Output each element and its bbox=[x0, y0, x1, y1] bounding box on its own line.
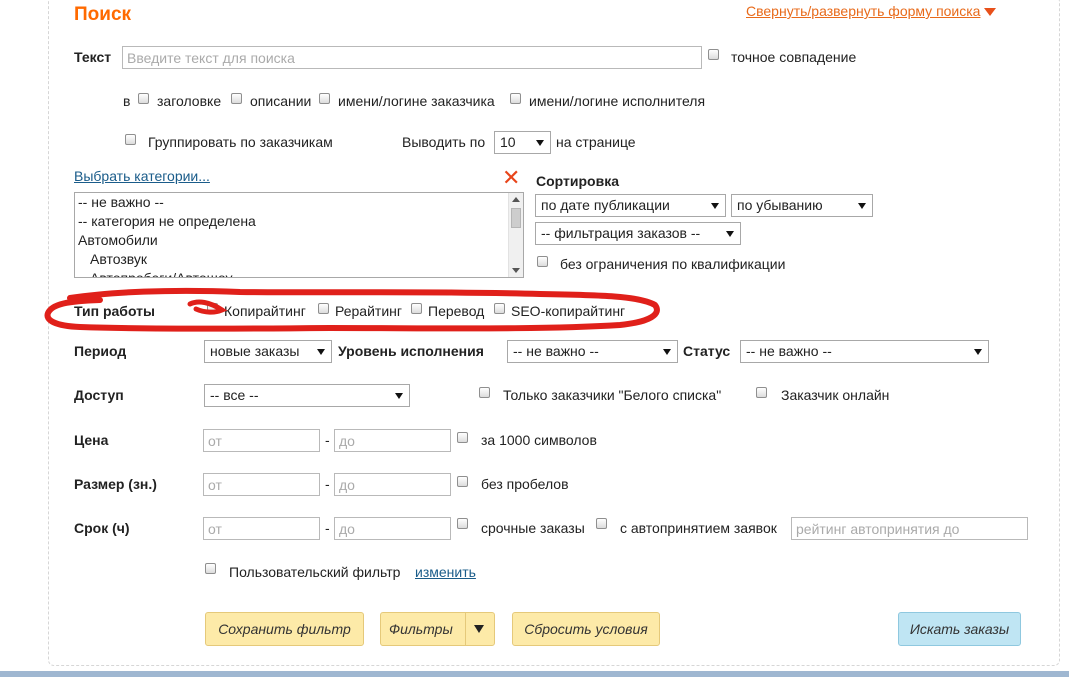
user-filter-label: Пользовательский фильтр bbox=[229, 564, 401, 580]
sort-order-select[interactable]: по убыванию bbox=[731, 194, 873, 217]
in-description-label: описании bbox=[250, 93, 312, 109]
scroll-up-icon[interactable] bbox=[512, 197, 520, 202]
exact-match-label: точное совпадение bbox=[731, 49, 857, 65]
price-label: Цена bbox=[74, 432, 109, 448]
search-text-input[interactable] bbox=[122, 46, 702, 69]
in-description-checkbox[interactable] bbox=[231, 93, 242, 104]
deadline-from-input[interactable] bbox=[203, 517, 320, 540]
in-customer-checkbox[interactable] bbox=[319, 93, 330, 104]
page-title: Поиск bbox=[74, 4, 132, 25]
deadline-label: Срок (ч) bbox=[74, 520, 130, 536]
user-filter-checkbox[interactable] bbox=[205, 563, 216, 574]
no-spaces-label: без пробелов bbox=[481, 476, 569, 492]
size-to-input[interactable] bbox=[334, 473, 451, 496]
range-dash: - bbox=[325, 476, 330, 492]
rewriting-label: Рерайтинг bbox=[335, 303, 402, 319]
sort-by-select[interactable]: по дате публикации bbox=[535, 194, 726, 217]
select-categories-link[interactable]: Выбрать категории... bbox=[74, 168, 210, 184]
no-qualification-checkbox[interactable] bbox=[537, 256, 548, 267]
in-title-label: заголовке bbox=[157, 93, 222, 109]
categories-scrollbar[interactable] bbox=[508, 193, 523, 277]
search-orders-button[interactable]: Искать заказы bbox=[898, 612, 1021, 646]
price-from-input[interactable] bbox=[203, 429, 320, 452]
no-spaces-checkbox[interactable] bbox=[457, 476, 468, 487]
scroll-down-icon[interactable] bbox=[512, 268, 520, 273]
no-qualification-label: без ограничения по квалификации bbox=[560, 256, 786, 272]
group-by-customer-checkbox[interactable] bbox=[125, 134, 136, 145]
exact-match-checkbox[interactable] bbox=[708, 49, 719, 60]
split-divider bbox=[465, 613, 466, 645]
deadline-to-input[interactable] bbox=[334, 517, 451, 540]
reset-button[interactable]: Сбросить условия bbox=[512, 612, 660, 646]
change-filter-link[interactable]: изменить bbox=[415, 564, 476, 580]
price-to-input[interactable] bbox=[334, 429, 451, 452]
access-label: Доступ bbox=[74, 387, 124, 403]
period-label: Период bbox=[74, 343, 127, 359]
auto-accept-checkbox[interactable] bbox=[596, 518, 607, 529]
copywriting-checkbox[interactable] bbox=[207, 303, 218, 314]
copywriting-label: Копирайтинг bbox=[224, 303, 306, 319]
range-dash: - bbox=[325, 432, 330, 448]
text-label: Текст bbox=[74, 49, 112, 65]
order-filter-select[interactable]: -- фильтрация заказов -- bbox=[535, 222, 741, 245]
filters-button[interactable]: Фильтры bbox=[380, 612, 495, 646]
auto-accept-label: с автопринятием заявок bbox=[620, 520, 777, 536]
toggle-form-label[interactable]: Свернуть/развернуть форму поиска bbox=[746, 3, 980, 19]
group-by-customer-label: Группировать по заказчикам bbox=[148, 134, 333, 150]
status-label: Статус bbox=[683, 343, 731, 359]
seo-copywriting-checkbox[interactable] bbox=[494, 303, 505, 314]
sorting-label: Сортировка bbox=[536, 173, 619, 189]
scroll-thumb[interactable] bbox=[511, 208, 521, 228]
urgent-label: срочные заказы bbox=[481, 520, 585, 536]
seo-copywriting-label: SEO-копирайтинг bbox=[511, 303, 626, 319]
urgent-checkbox[interactable] bbox=[457, 518, 468, 529]
customer-online-checkbox[interactable] bbox=[756, 387, 767, 398]
triangle-down-icon bbox=[984, 8, 997, 17]
access-select[interactable]: -- все -- bbox=[204, 384, 410, 407]
in-customer-label: имени/логине заказчика bbox=[338, 93, 495, 109]
customer-online-label: Заказчик онлайн bbox=[781, 387, 890, 403]
toggle-form-link[interactable]: Свернуть/развернуть форму поиска bbox=[746, 3, 997, 19]
in-executor-checkbox[interactable] bbox=[510, 93, 521, 104]
level-label: Уровень исполнения bbox=[338, 343, 484, 359]
window-bottom-edge bbox=[0, 671, 1069, 677]
per-1000-label: за 1000 символов bbox=[481, 432, 597, 448]
category-option[interactable]: Автомобили bbox=[78, 232, 158, 248]
category-option[interactable]: Автозвук bbox=[90, 251, 147, 267]
whitelist-label: Только заказчики "Белого списка" bbox=[503, 387, 722, 403]
whitelist-checkbox[interactable] bbox=[479, 387, 490, 398]
rewriting-checkbox[interactable] bbox=[318, 303, 329, 314]
level-select[interactable]: -- не важно -- bbox=[507, 340, 678, 363]
search-in-prefix: в bbox=[123, 93, 131, 109]
in-title-checkbox[interactable] bbox=[138, 93, 149, 104]
auto-accept-rating-input[interactable] bbox=[791, 517, 1028, 540]
category-option[interactable]: Автопробеги/Автошоу bbox=[90, 270, 233, 277]
per-1000-checkbox[interactable] bbox=[457, 432, 468, 443]
per-page-label: Выводить по bbox=[402, 134, 486, 150]
filters-button-label: Фильтры bbox=[389, 621, 453, 637]
translation-label: Перевод bbox=[428, 303, 485, 319]
close-icon[interactable]: ✕ bbox=[502, 167, 520, 189]
per-page-suffix: на странице bbox=[556, 134, 636, 150]
size-label: Размер (зн.) bbox=[74, 476, 157, 492]
work-type-label: Тип работы bbox=[74, 303, 155, 319]
category-option[interactable]: -- категория не определена bbox=[78, 213, 256, 229]
size-from-input[interactable] bbox=[203, 473, 320, 496]
period-select[interactable]: новые заказы bbox=[204, 340, 332, 363]
in-executor-label: имени/логине исполнителя bbox=[529, 93, 706, 109]
caret-down-icon[interactable] bbox=[474, 625, 484, 633]
translation-checkbox[interactable] bbox=[411, 303, 422, 314]
save-filter-button[interactable]: Сохранить фильтр bbox=[205, 612, 364, 646]
status-select[interactable]: -- не важно -- bbox=[740, 340, 989, 363]
category-option[interactable]: -- не важно -- bbox=[78, 194, 164, 210]
range-dash: - bbox=[325, 520, 330, 536]
categories-listbox[interactable]: -- не важно -- -- категория не определен… bbox=[74, 192, 524, 278]
per-page-select[interactable]: 10 bbox=[494, 131, 551, 154]
